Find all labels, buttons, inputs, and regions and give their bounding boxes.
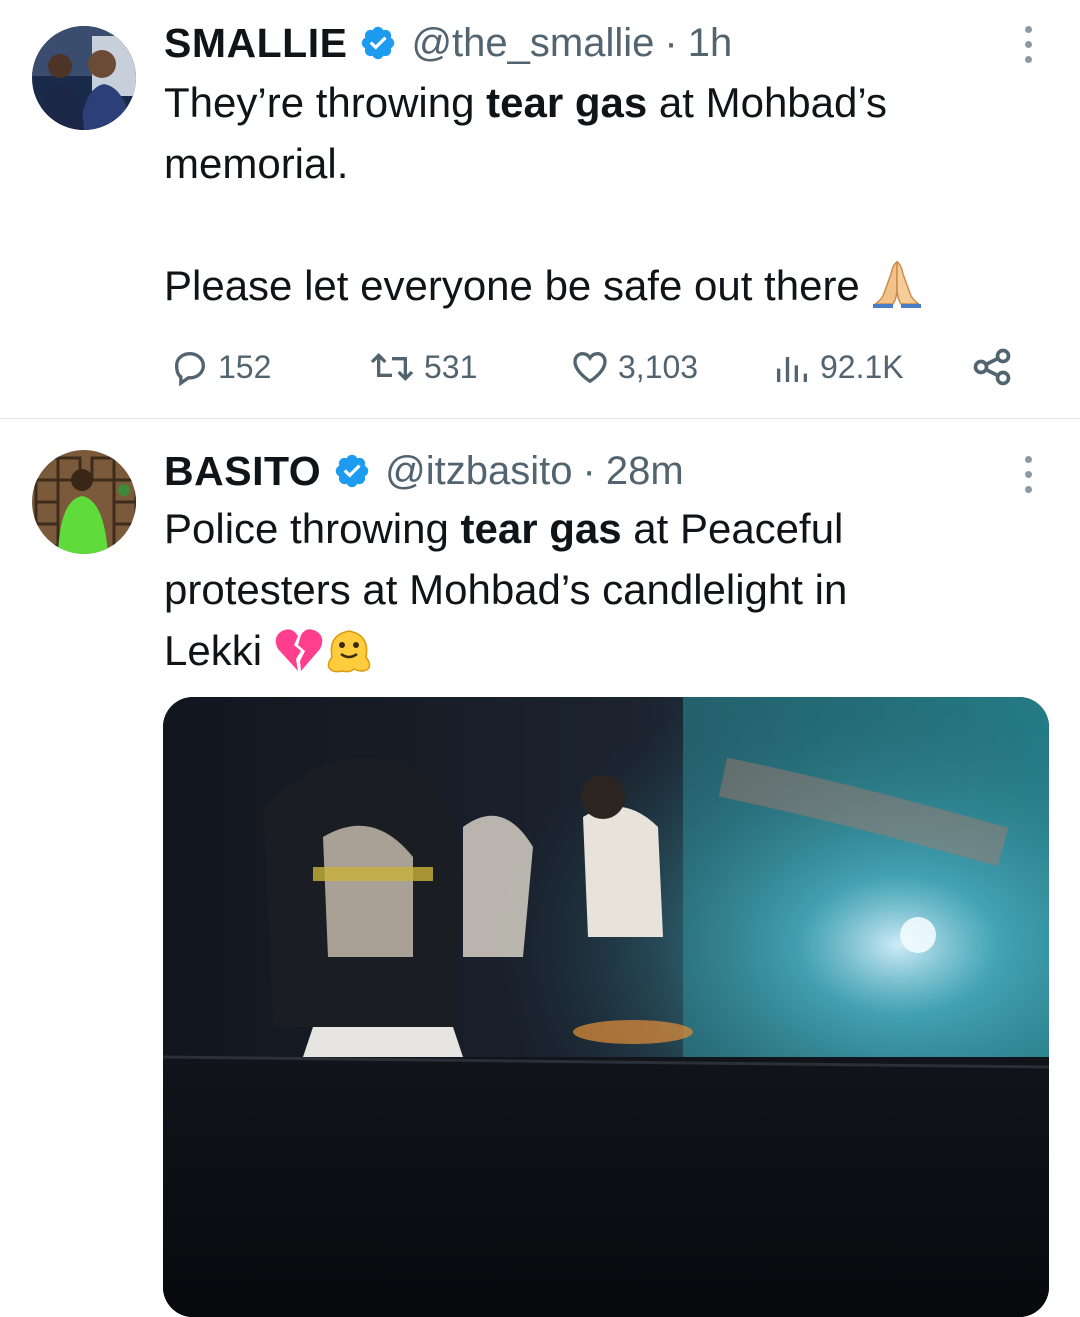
video-still-image bbox=[163, 697, 1049, 1317]
more-icon[interactable] bbox=[1022, 26, 1034, 63]
retweet-button[interactable]: 531 bbox=[368, 342, 477, 392]
share-icon bbox=[973, 348, 1011, 386]
like-icon bbox=[573, 351, 607, 384]
tweet-text-line: They’re throwing tear gas at Mohbad’s bbox=[164, 79, 887, 126]
tweet-time[interactable]: 1h bbox=[688, 21, 733, 66]
melting-face-emoji bbox=[324, 627, 374, 689]
tweet-text: They’re throwing tear gas at Mohbad’s me… bbox=[164, 72, 1044, 316]
tweet-text: Police throwing tear gas at Peaceful pro… bbox=[164, 498, 1044, 681]
tweet-text-line: protesters at Mohbad’s candlelight in bbox=[164, 566, 848, 613]
tweet-time[interactable]: 28m bbox=[606, 449, 684, 494]
verified-badge-icon bbox=[359, 24, 397, 62]
avatar[interactable] bbox=[32, 450, 136, 554]
views-count: 92.1K bbox=[820, 348, 904, 385]
like-count: 3,103 bbox=[618, 348, 699, 385]
tweet-video[interactable] bbox=[163, 697, 1049, 1317]
user-handle[interactable]: @itzbasito bbox=[385, 449, 572, 494]
reply-button[interactable]: 152 bbox=[170, 342, 271, 392]
broken-heart-emoji bbox=[274, 627, 324, 689]
separator-dot: · bbox=[582, 448, 596, 493]
like-button[interactable]: 3,103 bbox=[570, 342, 698, 392]
tweet-text-line: Lekki bbox=[164, 620, 1044, 681]
tweet-actions: 152 531 3,103 92.1K bbox=[164, 342, 1020, 392]
user-handle[interactable]: @the_smallie bbox=[411, 21, 654, 66]
tweet-header: BASITO @itzbasito · 28m bbox=[164, 446, 684, 496]
reply-icon bbox=[174, 351, 206, 387]
reply-count: 152 bbox=[218, 348, 272, 385]
tweet-text-line: Police throwing tear gas at Peaceful bbox=[164, 505, 844, 552]
views-icon bbox=[777, 357, 807, 382]
verified-badge-icon bbox=[333, 452, 371, 490]
retweet-icon bbox=[370, 352, 414, 382]
tweet-header: SMALLIE @the_smallie · 1h bbox=[164, 18, 732, 68]
tweet-text-line: memorial. bbox=[164, 140, 349, 187]
tweet-smallie[interactable]: SMALLIE @the_smallie · 1h They’re throwi… bbox=[0, 0, 1080, 419]
tweet-text-line: Please let everyone be safe out there bbox=[164, 255, 1044, 316]
more-icon[interactable] bbox=[1022, 456, 1034, 493]
tweet-basito[interactable]: BASITO @itzbasito · 28m Police throwing … bbox=[0, 419, 1080, 1317]
display-name[interactable]: BASITO bbox=[164, 448, 321, 495]
separator-dot: · bbox=[664, 20, 678, 65]
folded-hands-emoji bbox=[871, 258, 923, 324]
retweet-count: 531 bbox=[424, 348, 478, 385]
share-button[interactable] bbox=[970, 342, 1014, 392]
avatar[interactable] bbox=[32, 26, 136, 130]
views-button[interactable]: 92.1K bbox=[772, 342, 904, 392]
display-name[interactable]: SMALLIE bbox=[164, 20, 347, 67]
